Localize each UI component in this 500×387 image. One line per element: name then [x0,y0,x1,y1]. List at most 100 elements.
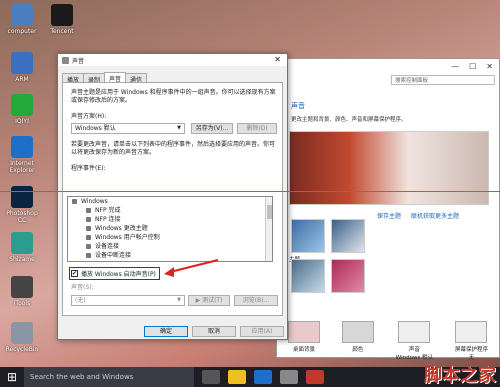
desktop-icon-label: Photoshop CC [6,210,38,224]
sound-dialog: 声音 ✕ 播放 录制 声音 通信 声音主题是应用于 Windows 和程序事件中… [57,53,288,340]
test-button[interactable]: ▶ 测试(T) [188,295,230,306]
minimize-icon[interactable]: — [451,62,459,71]
checkbox-label: 播放 Windows 启动声音(P) [81,271,156,278]
chevron-down-icon: ▼ [177,297,181,303]
file-explorer-icon[interactable] [228,370,246,384]
ok-button[interactable]: 确定 [144,326,188,337]
sound-scheme-select[interactable]: Windows 默认 ▼ [71,123,185,134]
watermark-text: 脚本之家 [424,365,496,386]
list-item[interactable]: Windows 更改主题 [68,224,272,233]
list-item-label: 设备连接 [95,243,120,250]
program-events-list[interactable]: Windows NFP 完成 NFP 连接 Windows 更改主题 Windows 用… [67,196,273,262]
speaker-icon [86,253,91,258]
list-item[interactable]: Windows [68,197,272,206]
ie-taskbar-icon[interactable] [254,370,272,384]
speaker-icon [62,56,69,64]
delete-button[interactable]: 删除(D) [237,123,277,134]
desktop-icon-label: RecycleBin [5,346,39,353]
help-text: 若要更改声音，请单击以下列表中的程序事件，然后选择要应用的声音。你可以将更改保存… [71,141,276,156]
save-as-button[interactable]: 另存为(V)... [191,123,233,134]
desktop-icon[interactable]: Internet Explorer [2,136,42,174]
desktop-icon[interactable]: RecycleBin [2,322,42,353]
task-view-icon[interactable] [202,370,220,384]
desktop-icon-label: Shizame [9,256,35,263]
list-item-label: Windows 用户帐户控制 [95,234,160,241]
list-item-label: NFP 连接 [95,216,121,223]
page-title: 声音 [291,102,305,110]
list-item-label: 设备中断连接 [95,252,132,259]
startup-sound-checkbox[interactable]: ✔ 播放 Windows 启动声音(P) [69,267,160,280]
app-taskbar-icon[interactable] [306,370,324,384]
desktop-icon[interactable]: Shizame [2,232,42,263]
sound-select[interactable]: (无) ▼ [71,295,185,306]
theme-preview [289,131,489,205]
speaker-icon [86,208,91,213]
desktop-icon-label: IQIYI [15,118,29,125]
desktop-icon[interactable]: IQIYI [2,94,42,125]
arm-icon [11,52,33,74]
window-controls: — ☐ ✕ [277,59,499,73]
list-item-label: Windows [81,198,108,205]
shizame-icon [11,232,33,254]
control-panel-search-input[interactable]: 搜索控制面板 [391,75,495,85]
photoshop-icon [11,186,33,208]
maximize-icon[interactable]: ☐ [469,62,476,71]
list-item[interactable]: 设备连接 [68,242,272,251]
scheme-label: 声音方案(H): [71,113,107,120]
close-icon[interactable]: ✕ [274,55,281,64]
get-more-themes-link[interactable]: 联机获取更多主题 [411,211,459,220]
desktop-icon[interactable]: iTools [2,276,42,307]
personalization-window: — ☐ ✕ 搜索控制面板 声音 更改主题和背景、颜色、声音和屏幕保护程序。 主题… [276,58,500,361]
desktop-background-item[interactable]: 桌面背景 [287,321,320,361]
list-item-label: Windows 更改主题 [95,225,148,232]
annotation-line [0,191,500,192]
desktop-icon-label: Internet Explorer [9,160,35,174]
annotation-arrow [164,259,219,277]
checkbox-box[interactable]: ✔ [71,270,78,277]
desktop-icon-label: iTools [13,300,31,307]
color-item[interactable]: 颜色 [341,321,374,361]
scrollbar[interactable] [265,197,272,261]
speaker-icon [86,235,91,240]
desktop-icon-label: Tencent [50,28,74,35]
events-label: 程序事件(E): [71,165,106,172]
tencent-icon [51,4,73,26]
scrollbar-thumb[interactable] [267,205,272,219]
desktop-icon[interactable]: computer [2,4,42,35]
list-item[interactable]: NFP 完成 [68,206,272,215]
speaker-icon [86,217,91,222]
browse-button[interactable]: 浏览(B)... [234,295,278,306]
store-icon[interactable] [280,370,298,384]
desktop-icon[interactable]: Tencent [42,4,82,35]
sound-item[interactable]: 声音 Windows 默认 [396,321,433,361]
taskbar-search-input[interactable]: Search the web and Windows [24,367,194,387]
desktop-icon[interactable]: ARM [2,52,42,83]
apply-button[interactable]: 应用(A) [240,326,284,337]
list-item[interactable]: Windows 用户帐户控制 [68,233,272,242]
windows-icon [72,199,77,204]
itools-icon [11,276,33,298]
theme-thumbnail[interactable] [291,259,325,293]
iqiyi-icon [11,94,33,116]
chevron-down-icon: ▼ [177,125,181,131]
screensaver-item[interactable]: 屏幕保护程序无 [455,321,488,361]
dialog-titlebar: 声音 ✕ [58,54,287,66]
list-item-label: NFP 完成 [95,207,121,214]
speaker-icon [86,244,91,249]
save-theme-link[interactable]: 保存主题 [377,211,401,220]
cancel-button[interactable]: 取消 [192,326,236,337]
start-icon[interactable]: ⊞ [0,367,24,387]
list-item[interactable]: NFP 连接 [68,215,272,224]
dialog-title: 声音 [72,57,85,65]
close-icon[interactable]: ✕ [486,62,493,71]
theme-thumbnail[interactable] [291,219,325,253]
ie-icon [11,136,33,158]
sound-label: 声音(S): [71,284,94,291]
description-text: 声音主题是应用于 Windows 和程序事件中的一组声音。你可以选择现有方案或保… [71,89,276,104]
speaker-icon [86,226,91,231]
desktop-icon-label: ARM [15,76,29,83]
theme-thumbnail[interactable] [331,219,365,253]
theme-thumbnail[interactable] [331,259,365,293]
settings-row: 桌面背景 颜色 声音 Windows 默认 屏幕保护程序无 [277,321,499,361]
page-subtitle: 更改主题和背景、颜色、声音和屏幕保护程序。 [291,117,407,123]
